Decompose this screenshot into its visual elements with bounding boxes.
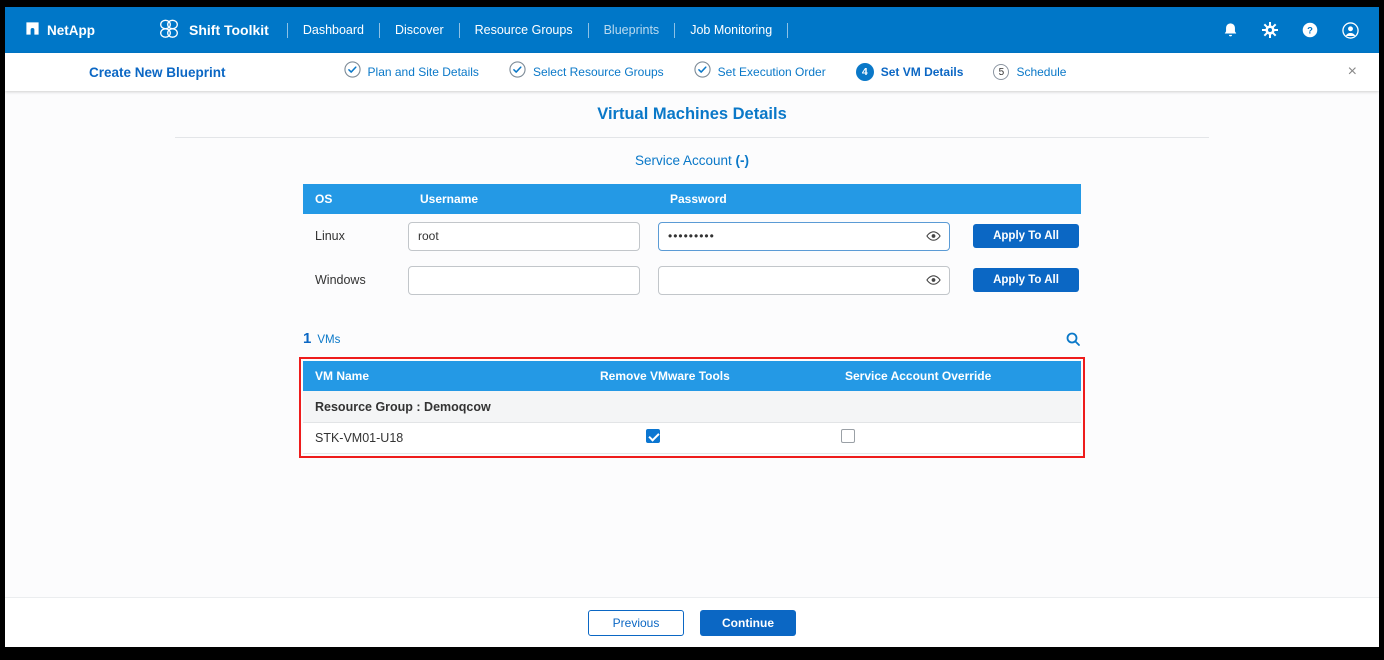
vm-count-row: 1 VMs xyxy=(303,330,1081,347)
svg-text:?: ? xyxy=(1307,25,1313,36)
top-navbar: NetApp Shift Toolkit Dashboard Discover … xyxy=(5,7,1379,53)
linux-username-input[interactable] xyxy=(408,222,640,251)
remove-vmware-tools-checkbox[interactable] xyxy=(646,429,660,443)
vm-table-highlight-annotation: VM Name Remove VMware Tools Service Acco… xyxy=(299,357,1085,458)
service-account-override-checkbox[interactable] xyxy=(841,429,855,443)
wizard-step-label: Schedule xyxy=(1016,65,1066,79)
step-number-badge: 5 xyxy=(993,64,1009,80)
service-account-table: OS Username Password Linux Apply To All xyxy=(303,184,1081,302)
bell-icon[interactable] xyxy=(1223,22,1238,38)
shift-toolkit-home[interactable]: Shift Toolkit xyxy=(157,18,269,43)
title-divider xyxy=(175,137,1209,138)
vm-table: VM Name Remove VMware Tools Service Acco… xyxy=(303,361,1081,454)
os-label: Linux xyxy=(303,229,408,243)
service-account-heading: Service Account (-) xyxy=(5,153,1379,168)
nav-item-job-monitoring[interactable]: Job Monitoring xyxy=(675,23,787,37)
step-number-badge: 4 xyxy=(856,63,874,81)
wizard-step-label: Set VM Details xyxy=(881,65,964,79)
nav-item-dashboard[interactable]: Dashboard xyxy=(288,23,379,37)
wizard-step-plan-and-site-details[interactable]: Plan and Site Details xyxy=(344,61,479,83)
wizard-title: Create New Blueprint xyxy=(89,65,226,80)
service-account-label: Service Account xyxy=(635,153,732,168)
previous-button[interactable]: Previous xyxy=(588,610,684,636)
search-icon[interactable] xyxy=(1065,331,1081,347)
page-title: Virtual Machines Details xyxy=(5,105,1379,124)
nav-item-blueprints[interactable]: Blueprints xyxy=(589,23,675,37)
wizard-step-label: Plan and Site Details xyxy=(368,65,479,79)
main-content: Virtual Machines Details Service Account… xyxy=(5,91,1379,647)
column-header-remove-vmware-tools: Remove VMware Tools xyxy=(588,369,833,383)
continue-button[interactable]: Continue xyxy=(700,610,796,636)
app-window: NetApp Shift Toolkit Dashboard Discover … xyxy=(0,0,1384,660)
eye-icon[interactable] xyxy=(926,274,941,286)
check-circle-icon xyxy=(509,61,526,83)
gear-icon[interactable] xyxy=(1262,22,1278,38)
wizard-step-schedule[interactable]: 5 Schedule xyxy=(993,64,1066,80)
wizard-step-set-vm-details[interactable]: 4 Set VM Details xyxy=(856,63,964,81)
vm-table-header: VM Name Remove VMware Tools Service Acco… xyxy=(303,361,1081,391)
eye-icon[interactable] xyxy=(926,230,941,242)
os-label: Windows xyxy=(303,273,408,287)
column-header-service-account-override: Service Account Override xyxy=(833,369,1081,383)
resource-group-label: Resource Group : Demoqcow xyxy=(315,400,491,414)
wizard-steps: Plan and Site Details Select Resource Gr… xyxy=(344,61,1067,83)
vm-count: 1 xyxy=(303,330,311,347)
windows-password-input[interactable] xyxy=(658,266,950,295)
wizard-footer: Previous Continue xyxy=(5,597,1379,647)
windows-username-input[interactable] xyxy=(408,266,640,295)
linux-password-input[interactable] xyxy=(658,222,950,251)
netapp-logo-icon xyxy=(25,21,40,39)
vm-name: STK-VM01-U18 xyxy=(303,431,588,445)
resource-group-row: Resource Group : Demoqcow xyxy=(303,391,1081,423)
account-icon[interactable] xyxy=(1342,22,1359,39)
wizard-step-label: Select Resource Groups xyxy=(533,65,664,79)
table-row-windows: Windows Apply To All xyxy=(303,258,1081,302)
service-account-table-header: OS Username Password xyxy=(303,184,1081,214)
apply-to-all-windows-button[interactable]: Apply To All xyxy=(973,268,1079,292)
nav-item-discover[interactable]: Discover xyxy=(380,23,459,37)
table-row: STK-VM01-U18 xyxy=(303,423,1081,454)
app-title: Shift Toolkit xyxy=(189,22,269,38)
netapp-brand[interactable]: NetApp xyxy=(25,21,95,39)
help-icon[interactable]: ? xyxy=(1302,22,1318,38)
navbar-actions: ? xyxy=(1223,22,1359,39)
apply-to-all-linux-button[interactable]: Apply To All xyxy=(973,224,1079,248)
collapse-toggle[interactable]: (-) xyxy=(736,153,750,168)
check-circle-icon xyxy=(694,61,711,83)
shift-toolkit-logo-icon xyxy=(157,18,181,43)
close-icon[interactable]: × xyxy=(1348,64,1357,80)
wizard-bar: Create New Blueprint Plan and Site Detai… xyxy=(5,53,1379,91)
wizard-step-select-resource-groups[interactable]: Select Resource Groups xyxy=(509,61,664,83)
column-header-os: OS xyxy=(303,192,408,206)
table-row-linux: Linux Apply To All xyxy=(303,214,1081,258)
brand-text: NetApp xyxy=(47,23,95,38)
column-header-password: Password xyxy=(658,192,963,206)
nav-item-resource-groups[interactable]: Resource Groups xyxy=(460,23,588,37)
nav-separator xyxy=(787,23,788,38)
wizard-step-set-execution-order[interactable]: Set Execution Order xyxy=(694,61,826,83)
check-circle-icon xyxy=(344,61,361,83)
main-nav: Dashboard Discover Resource Groups Bluep… xyxy=(287,23,788,38)
vm-count-unit: VMs xyxy=(317,334,340,346)
column-header-username: Username xyxy=(408,192,658,206)
wizard-step-label: Set Execution Order xyxy=(718,65,826,79)
column-header-vm-name: VM Name xyxy=(303,369,588,383)
